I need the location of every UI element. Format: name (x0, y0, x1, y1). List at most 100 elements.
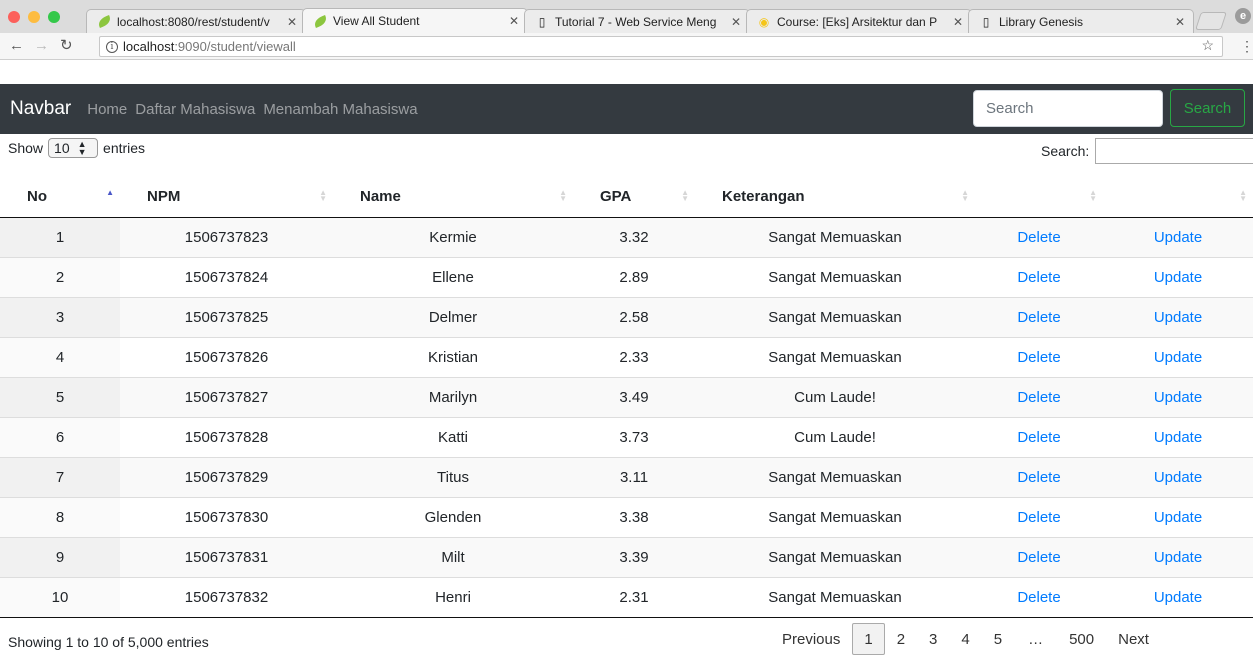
close-icon[interactable]: ✕ (509, 14, 519, 28)
window-minimize-button[interactable] (28, 11, 40, 23)
close-icon[interactable]: ✕ (287, 15, 297, 29)
browser-tab[interactable]: ◉ Course: [Eks] Arsitektur dan P ✕ (746, 9, 972, 33)
column-header-update[interactable]: ▲ ▼ (1103, 176, 1253, 218)
close-icon[interactable]: ✕ (731, 15, 741, 29)
bookmark-star-icon[interactable]: ☆ (1201, 37, 1214, 54)
browser-tab[interactable]: ▯ Tutorial 7 - Web Service Meng ✕ (524, 9, 750, 33)
browser-tab[interactable]: localhost:8080/rest/student/v ✕ (86, 9, 306, 33)
entries-per-page-select[interactable]: 10 ▲ ▼ (48, 138, 99, 158)
update-link[interactable]: Update (1154, 309, 1202, 326)
table-search-input[interactable] (1095, 138, 1253, 164)
column-header-delete[interactable]: ▲ ▼ (975, 176, 1103, 218)
cell-gpa: 3.32 (573, 216, 695, 257)
close-icon[interactable]: ✕ (953, 15, 963, 29)
table-row: 7 1506737829 Titus 3.11 Sangat Memuaskan Dele… (0, 456, 1253, 497)
table-row: 1 1506737823 Kermie 3.32 Sangat Memuaskan Del… (0, 216, 1253, 257)
cell-no: 6 (0, 416, 120, 457)
column-header-name[interactable]: Name ▲ ▼ (333, 176, 573, 218)
browser-tab[interactable]: ▯ Library Genesis ✕ (968, 9, 1194, 33)
update-link[interactable]: Update (1154, 429, 1202, 446)
select-caret-icon: ▲ ▼ (77, 139, 87, 157)
navbar-search-button[interactable]: Search (1170, 89, 1245, 127)
column-header-gpa[interactable]: GPA ▲ ▼ (573, 176, 695, 218)
action-cell: Update (1103, 336, 1253, 377)
pagination-previous[interactable]: Previous (770, 623, 852, 655)
window-close-button[interactable] (8, 11, 20, 23)
column-label: No (27, 187, 47, 205)
delete-link[interactable]: Delete (1017, 229, 1060, 246)
delete-link[interactable]: Delete (1017, 509, 1060, 526)
cell-no: 10 (0, 576, 120, 618)
cell-npm: 1506737832 (120, 576, 333, 618)
tab-title: View All Student (333, 14, 420, 28)
pagination-page-last[interactable]: 500 (1057, 623, 1106, 655)
reload-icon[interactable]: ↻ (60, 37, 73, 55)
navbar-search-input[interactable] (973, 90, 1163, 127)
column-label: GPA (600, 187, 632, 205)
delete-link[interactable]: Delete (1017, 469, 1060, 486)
cell-no: 7 (0, 456, 120, 497)
nav-link-daftar-mahasiswa[interactable]: Daftar Mahasiswa (135, 101, 255, 118)
pagination-page[interactable]: 3 (917, 623, 949, 655)
update-link[interactable]: Update (1154, 229, 1202, 246)
pagination-page[interactable]: 2 (885, 623, 917, 655)
nav-link-home[interactable]: Home (87, 101, 127, 118)
action-cell: Update (1103, 216, 1253, 257)
sort-icon: ▲ ▼ (1089, 188, 1097, 203)
info-icon[interactable]: i (106, 40, 118, 53)
forward-arrow-icon[interactable]: → (34, 37, 49, 55)
pagination-ellipsis: … (1028, 630, 1044, 648)
back-arrow-icon[interactable]: ← (9, 37, 24, 55)
column-header-no[interactable]: No ▲ (0, 176, 120, 218)
update-link[interactable]: Update (1154, 589, 1202, 606)
delete-link[interactable]: Delete (1017, 389, 1060, 406)
delete-link[interactable]: Delete (1017, 349, 1060, 366)
cell-no: 9 (0, 536, 120, 577)
pagination-next[interactable]: Next (1106, 623, 1161, 655)
sort-icon: ▲ ▼ (681, 188, 689, 203)
update-link[interactable]: Update (1154, 509, 1202, 526)
spring-leaf-icon (96, 15, 112, 29)
pagination-page[interactable]: 5 (982, 623, 1014, 655)
window-maximize-button[interactable] (48, 11, 60, 23)
cell-keterangan: Sangat Memuaskan (695, 536, 975, 577)
delete-link[interactable]: Delete (1017, 429, 1060, 446)
update-link[interactable]: Update (1154, 389, 1202, 406)
column-label: Keterangan (722, 187, 805, 205)
column-header-keterangan[interactable]: Keterangan ▲ ▼ (695, 176, 975, 218)
update-link[interactable]: Update (1154, 549, 1202, 566)
cell-name: Marilyn (333, 376, 573, 417)
action-cell: Update (1103, 536, 1253, 577)
address-bar[interactable]: i localhost:9090/student/viewall ☆ (99, 36, 1223, 57)
action-cell: Update (1103, 456, 1253, 497)
browser-menu-icon[interactable]: ⋮ (1240, 38, 1253, 55)
update-link[interactable]: Update (1154, 469, 1202, 486)
delete-link[interactable]: Delete (1017, 589, 1060, 606)
update-link[interactable]: Update (1154, 269, 1202, 286)
cell-name: Titus (333, 456, 573, 497)
cell-no: 5 (0, 376, 120, 417)
update-link[interactable]: Update (1154, 349, 1202, 366)
browser-tab-active[interactable]: View All Student ✕ (302, 8, 528, 33)
cell-no: 3 (0, 296, 120, 337)
cell-keterangan: Sangat Memuaskan (695, 576, 975, 618)
nav-link-menambah-mahasiswa[interactable]: Menambah Mahasiswa (263, 101, 417, 118)
table-header-row: No ▲ NPM ▲ ▼ Name ▲ ▼ GPA ▲ ▼ Keterangan ▲ ▼ ▲ ▼ ▲… (0, 176, 1253, 218)
action-cell: Delete (975, 536, 1103, 577)
delete-link[interactable]: Delete (1017, 309, 1060, 326)
action-cell: Update (1103, 256, 1253, 297)
pagination-page-current[interactable]: 1 (852, 623, 885, 655)
delete-link[interactable]: Delete (1017, 269, 1060, 286)
action-cell: Update (1103, 496, 1253, 537)
pagination-page[interactable]: 4 (949, 623, 981, 655)
profile-icon[interactable]: e (1235, 8, 1251, 24)
navbar-brand[interactable]: Navbar (10, 98, 71, 120)
cell-keterangan: Cum Laude! (695, 376, 975, 417)
new-tab-button[interactable] (1195, 12, 1227, 30)
column-header-npm[interactable]: NPM ▲ ▼ (120, 176, 333, 218)
student-table: No ▲ NPM ▲ ▼ Name ▲ ▼ GPA ▲ ▼ Keterangan ▲ ▼ ▲ ▼ ▲… (0, 176, 1253, 618)
cell-name: Milt (333, 536, 573, 577)
delete-link[interactable]: Delete (1017, 549, 1060, 566)
close-icon[interactable]: ✕ (1175, 15, 1185, 29)
site-navbar: Navbar Home Daftar Mahasiswa Menambah Ma… (0, 84, 1253, 134)
